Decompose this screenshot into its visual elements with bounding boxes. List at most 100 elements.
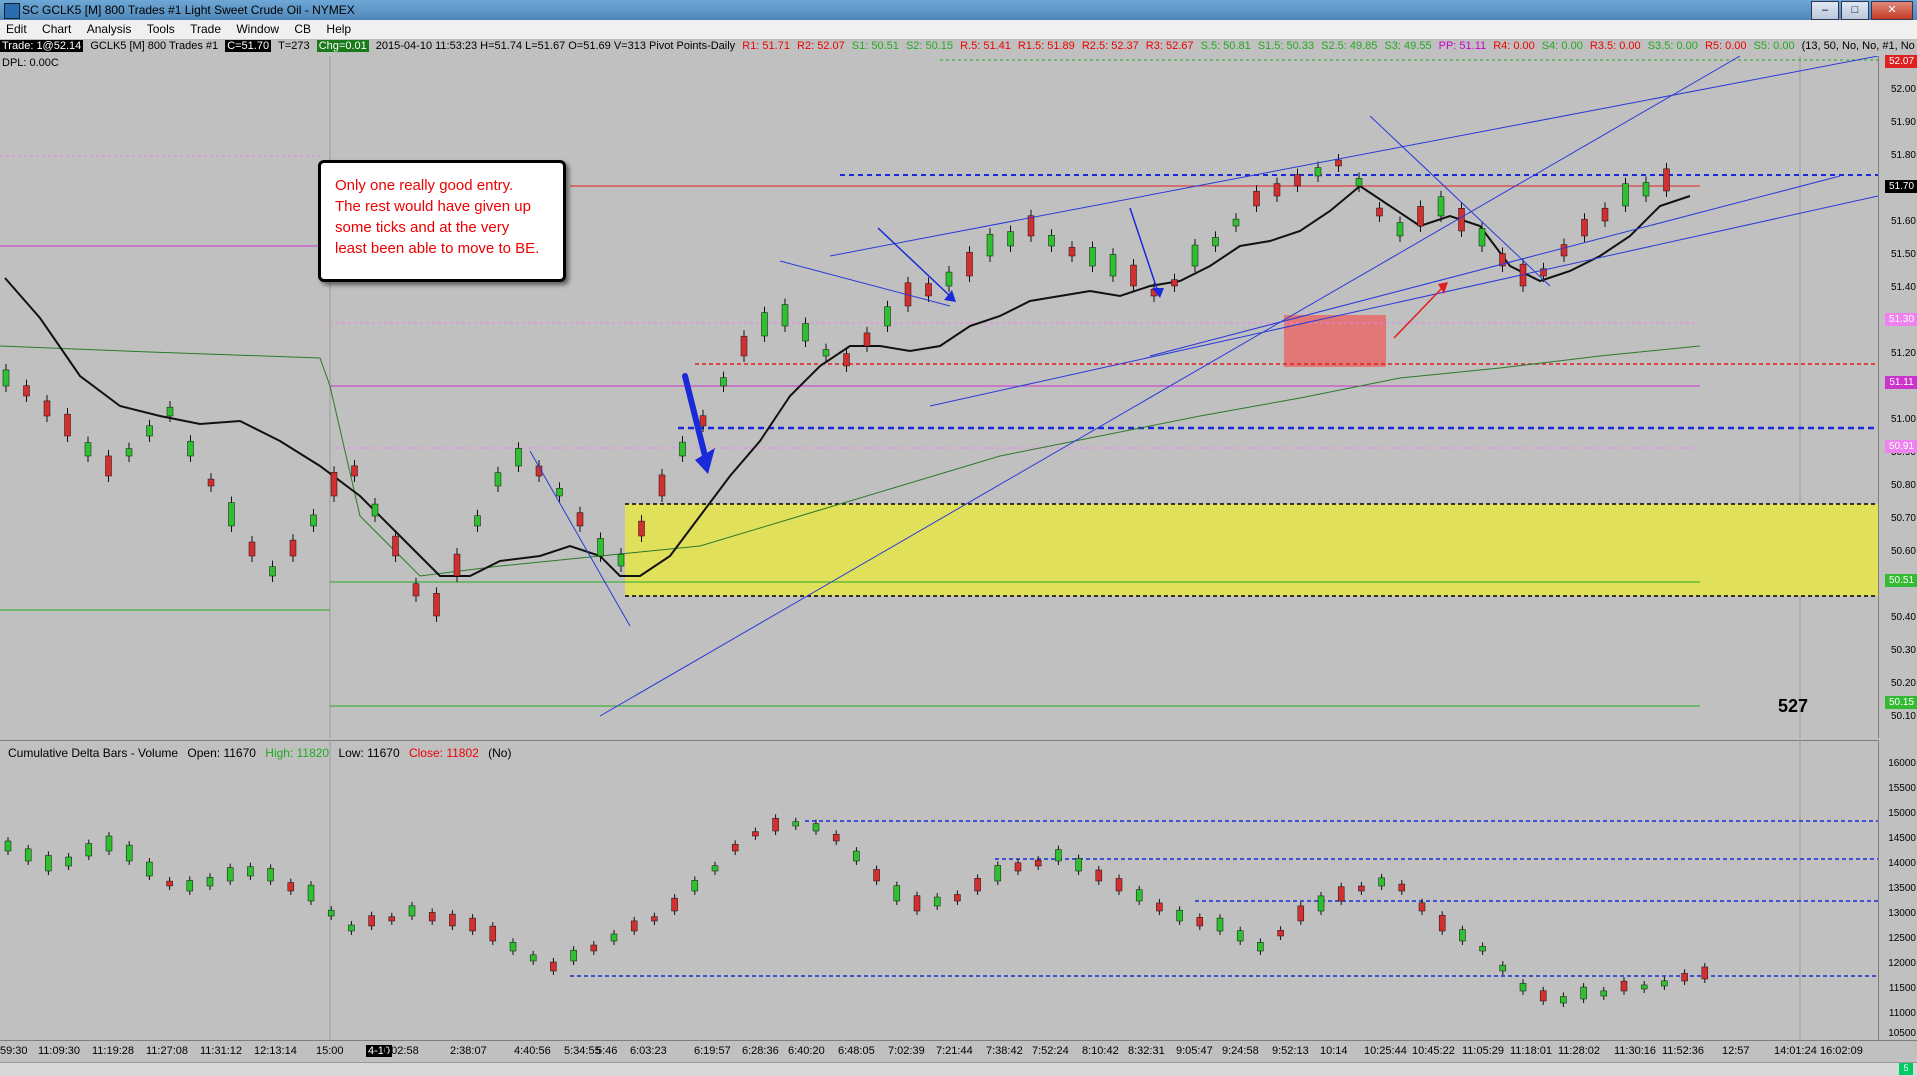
annotation-arrow — [1393, 285, 1445, 339]
price-tick: 51.40 — [1890, 282, 1916, 293]
candle-body — [781, 304, 789, 327]
candle-body — [412, 583, 420, 597]
delta-bar — [449, 913, 456, 927]
delta-bar — [1095, 869, 1103, 882]
delta-bar — [610, 933, 618, 942]
price-tick: 50.80 — [1890, 480, 1916, 491]
candle-body — [925, 283, 932, 297]
candle-body — [248, 541, 256, 557]
r2-price-badge: 52.07 — [1885, 55, 1917, 68]
time-tick: 2:38:07 — [450, 1045, 487, 1057]
r05-label: R.5: 51.41 — [960, 40, 1011, 52]
candle-body — [351, 465, 358, 477]
study-low: Low: 11670 — [338, 746, 400, 760]
maximize-button[interactable]: □ — [1841, 1, 1869, 20]
candle-body — [1642, 182, 1650, 197]
delta-bar — [772, 818, 779, 832]
delta-bar — [853, 850, 860, 862]
candle-body — [1068, 246, 1076, 257]
delta-bar — [4, 840, 12, 852]
menu-window[interactable]: Window — [230, 20, 285, 38]
candle-body — [1294, 174, 1301, 187]
volume-axis[interactable]: 16000 15500 15000 14500 14000 13500 1300… — [1878, 740, 1917, 1040]
bar-count-label: 527 — [1778, 696, 1809, 716]
candle-body — [576, 512, 584, 527]
time-tick: 10:25:44 — [1364, 1045, 1407, 1057]
s1-price-badge: 50.51 — [1885, 574, 1917, 587]
symbol-label: GCLK5 [M] 800 Trades #1 — [90, 40, 219, 52]
r4-label: R4: 0.00 — [1493, 40, 1535, 52]
price-tick: 50.10 — [1890, 711, 1916, 722]
candle-body — [1335, 159, 1342, 167]
level-badge: 51.30 — [1885, 313, 1917, 326]
delta-bar — [1075, 858, 1082, 872]
delta-bar — [671, 897, 678, 912]
time-tick: 10:45:22 — [1412, 1045, 1455, 1057]
candle-body — [453, 553, 461, 577]
time-tick: 12:13:14 — [254, 1045, 297, 1057]
delta-tick: 12500 — [1888, 933, 1916, 944]
price-axis[interactable]: 52.00 51.90 51.80 51.60 51.50 51.40 51.2… — [1878, 55, 1917, 738]
candle-body — [884, 306, 891, 327]
candle-body — [1581, 218, 1588, 237]
note-line: least been able to move to BE. — [335, 240, 540, 257]
menu-trade[interactable]: Trade — [184, 20, 227, 38]
menu-help[interactable]: Help — [320, 20, 357, 38]
price-chart[interactable] — [0, 56, 1878, 738]
candle-body — [1437, 196, 1445, 217]
pivot-badge: 51.11 — [1885, 376, 1917, 389]
minimize-button[interactable]: – — [1811, 1, 1839, 20]
candle-body — [1109, 254, 1117, 277]
study-params: (13, 50, No, No, #1, No — [1801, 40, 1915, 52]
candle-body — [228, 502, 235, 527]
delta-bar — [590, 944, 598, 952]
delta-bar — [1620, 980, 1628, 992]
trades-count: T=273 — [278, 40, 310, 52]
time-axis[interactable]: 4-10 59:30 11:09:30 11:19:28 11:27:08 11:31:… — [0, 1040, 1917, 1063]
delta-bar — [1135, 889, 1143, 902]
delta-bar — [1661, 980, 1668, 987]
candle-body — [1458, 208, 1465, 232]
close-button[interactable]: ✕ — [1871, 1, 1913, 20]
cumulative-delta-chart[interactable] — [0, 740, 1878, 1041]
price-tick: 51.60 — [1890, 216, 1916, 227]
menu-chart[interactable]: Chart — [36, 20, 77, 38]
delta-bar — [1156, 902, 1163, 912]
last-price-badge: 51.70 — [1885, 180, 1917, 193]
s3-label: S3: 49.55 — [1384, 40, 1432, 52]
r3-label: R3: 52.67 — [1145, 40, 1194, 52]
candle-body — [822, 349, 830, 357]
candle-body — [761, 312, 768, 337]
candle-body — [515, 447, 522, 467]
menu-cb[interactable]: CB — [288, 20, 317, 38]
page-indicator[interactable]: 5 — [1899, 1063, 1913, 1075]
annotation-arrow-head — [1438, 282, 1448, 294]
time-tick: 4:40:56 — [514, 1045, 551, 1057]
delta-bar — [469, 917, 476, 932]
delta-bar — [1519, 983, 1527, 992]
candle-body — [556, 488, 563, 497]
price-tick: 50.60 — [1890, 546, 1916, 557]
price-tick: 50.40 — [1890, 612, 1916, 623]
s05-label: S.5: 50.81 — [1200, 40, 1251, 52]
trend-line — [829, 56, 1878, 257]
menu-edit[interactable]: Edit — [0, 20, 33, 38]
delta-bar — [1438, 915, 1446, 932]
delta-bar — [368, 915, 375, 927]
menu-analysis[interactable]: Analysis — [81, 20, 138, 38]
candle-body — [1622, 183, 1629, 207]
price-tick: 52.00 — [1890, 84, 1916, 95]
delta-bar — [933, 896, 941, 907]
menu-tools[interactable]: Tools — [141, 20, 181, 38]
time-tick: 6:28:36 — [742, 1045, 779, 1057]
candle-body — [371, 503, 379, 517]
delta-bar — [125, 844, 133, 862]
time-tick: 11:28:02 — [1558, 1045, 1601, 1057]
time-tick: 11:18:01 — [1510, 1045, 1553, 1057]
delta-bar — [1317, 895, 1325, 912]
delta-bar — [913, 895, 921, 912]
annotation-note[interactable]: Only one really good entry. The rest wou… — [318, 160, 566, 282]
window-controls: – □ ✕ — [1811, 1, 1913, 20]
candle-body — [105, 455, 112, 477]
study-info-bar: Trade: 1@52.14 GCLK5 [M] 800 Trades #1 C… — [0, 40, 1915, 56]
